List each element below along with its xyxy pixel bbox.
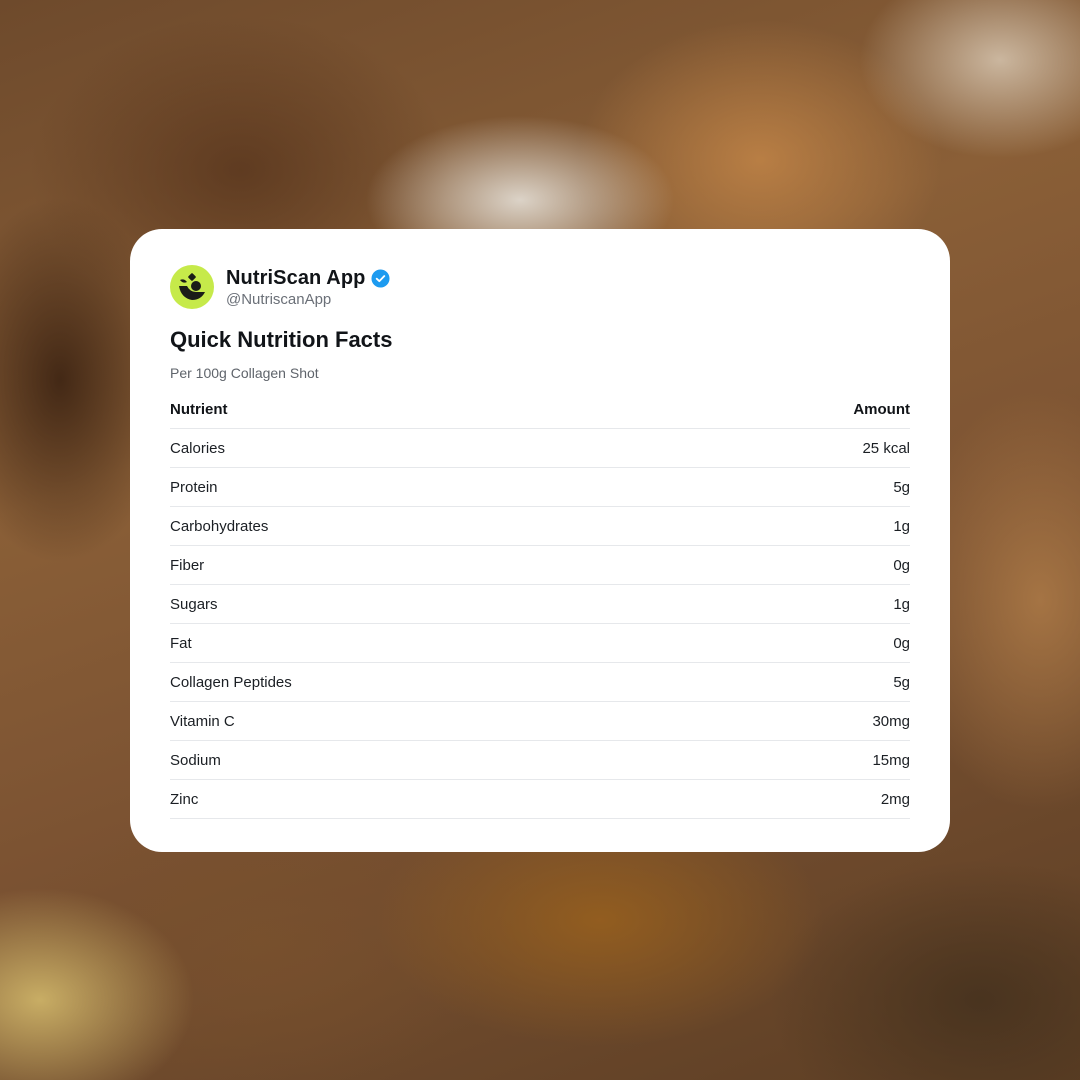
post-header: NutriScan App @NutriscanApp [170, 265, 390, 309]
nutrient-amount: 0g [893, 556, 910, 574]
nutrient-amount: 5g [893, 673, 910, 691]
account-name[interactable]: NutriScan App [226, 267, 365, 290]
nutrient-amount: 2mg [880, 790, 910, 808]
nutrient-amount: 30mg [872, 712, 910, 730]
table-row: Sodium 15mg [170, 741, 910, 780]
nutrient-amount: 0g [893, 634, 910, 652]
account-info: NutriScan App @NutriscanApp [226, 267, 390, 308]
nutrient-name: Carbohydrates [170, 517, 269, 535]
table-row: Fiber 0g [170, 546, 910, 585]
nutrient-amount: 15mg [872, 751, 910, 769]
nutrient-name: Sugars [170, 595, 218, 613]
verified-badge-icon [371, 269, 390, 288]
card-subtitle: Per 100g Collagen Shot [170, 365, 319, 381]
nutrient-name: Calories [170, 439, 226, 457]
table-row: Vitamin C 30mg [170, 702, 910, 741]
table-row: Sugars 1g [170, 585, 910, 624]
account-name-row: NutriScan App [226, 267, 390, 291]
nutrient-name: Fiber [170, 556, 205, 574]
nutrient-name: Collagen Peptides [170, 673, 292, 691]
nutrient-name: Fat [170, 634, 192, 652]
header-nutrient: Nutrient [170, 400, 228, 418]
nutrient-name: Zinc [170, 790, 199, 808]
nutrition-table: Nutrient Amount Calories 25 kcal Protein… [170, 390, 910, 819]
table-row: Zinc 2mg [170, 780, 910, 819]
nutrient-amount: 1g [893, 595, 910, 613]
table-row: Protein 5g [170, 468, 910, 507]
nutrient-amount: 5g [893, 478, 910, 496]
nutriscan-logo-icon[interactable] [170, 265, 214, 309]
nutrient-name: Vitamin C [170, 712, 235, 730]
nutrient-amount: 25 kcal [862, 439, 910, 457]
nutrition-post-card: NutriScan App @NutriscanApp Quick Nutrit… [130, 229, 950, 852]
table-row: Collagen Peptides 5g [170, 663, 910, 702]
table-header-row: Nutrient Amount [170, 390, 910, 429]
header-amount: Amount [853, 400, 910, 418]
nutrient-amount: 1g [893, 517, 910, 535]
table-row: Carbohydrates 1g [170, 507, 910, 546]
card-title: Quick Nutrition Facts [170, 327, 393, 352]
table-row: Fat 0g [170, 624, 910, 663]
nutrient-name: Protein [170, 478, 218, 496]
nutrient-name: Sodium [170, 751, 221, 769]
account-handle[interactable]: @NutriscanApp [226, 291, 390, 308]
table-row: Calories 25 kcal [170, 429, 910, 468]
